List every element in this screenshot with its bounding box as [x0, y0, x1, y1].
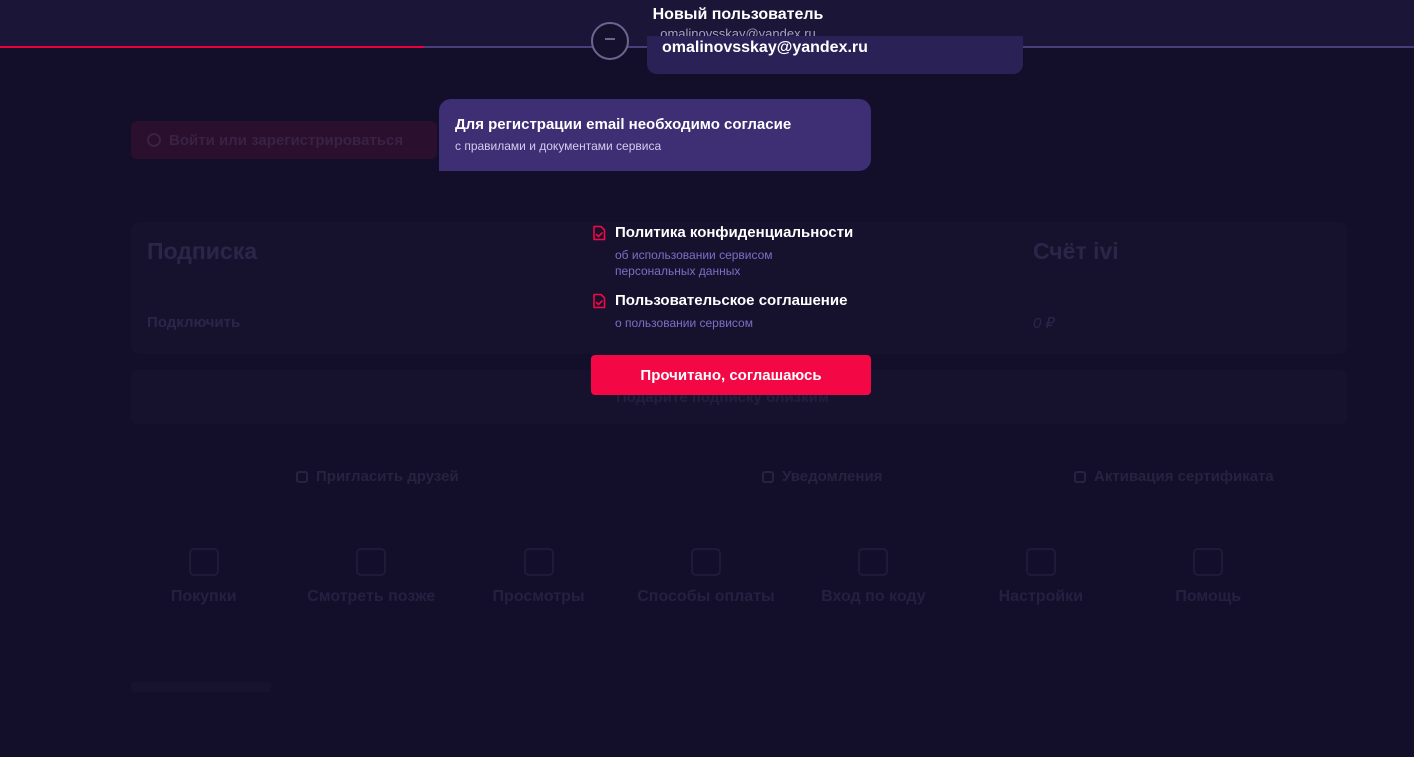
user-agreement-description: о пользовании сервисом — [615, 316, 753, 330]
tile-watch-later: Смотреть позже — [287, 548, 454, 606]
certificate-activation-link: Активация сертификата — [1074, 468, 1274, 485]
header-title: Новый пользователь — [652, 6, 824, 23]
certificate-icon — [1074, 470, 1086, 483]
bot-message-subtitle: с правилами и документами сервиса — [455, 139, 662, 153]
user-icon — [147, 133, 161, 147]
tile-help: Помощь — [1125, 548, 1292, 606]
tile-code-login: Вход по коду — [790, 548, 957, 606]
tile-label: Смотреть позже — [307, 588, 436, 605]
invite-icon — [296, 470, 308, 483]
footer-text — [131, 682, 271, 692]
tile-payment-methods: Способы оплаты — [622, 548, 789, 606]
profile-tiles: Покупки Смотреть позже Просмотры Способы… — [120, 548, 1292, 606]
subscription-title: Подписка — [147, 238, 258, 264]
purchases-icon — [188, 548, 219, 576]
progress-fill — [0, 46, 425, 48]
user-message-text: omalinovsskay@yandex.ru — [662, 39, 868, 56]
edit-avatar-icon[interactable] — [591, 22, 629, 60]
login-register-button: Войти или зарегистрироваться — [131, 121, 437, 159]
user-agreement-link[interactable]: Пользовательское соглашение о пользовани… — [591, 292, 891, 332]
tile-label: Помощь — [1175, 588, 1242, 605]
login-register-label: Войти или зарегистрироваться — [169, 131, 404, 149]
tv-icon — [858, 548, 889, 576]
notifications-link: Уведомления — [762, 468, 882, 485]
history-icon — [523, 548, 554, 576]
privacy-policy-link[interactable]: Политика конфиденциальности об использов… — [591, 224, 891, 280]
account-balance: 0 ₽ — [1033, 315, 1056, 332]
tile-label: Настройки — [998, 588, 1084, 605]
bot-message-bubble: Для регистрации email необходимо согласи… — [439, 99, 871, 171]
account-title: Счёт ivi — [1033, 238, 1119, 264]
privacy-policy-description: об использовании сервисом персональных д… — [615, 248, 773, 278]
bot-message-title: Для регистрации email необходимо согласи… — [455, 116, 792, 133]
notifications-label: Уведомления — [782, 468, 883, 485]
tile-history: Просмотры — [455, 548, 622, 606]
agree-button[interactable]: Прочитано, соглашаюсь — [591, 355, 871, 395]
document-check-icon — [593, 293, 606, 309]
certificate-activation-label: Активация сертификата — [1094, 468, 1274, 485]
tile-label: Вход по коду — [821, 588, 926, 605]
card-icon — [690, 548, 721, 576]
user-agreement-title[interactable]: Пользовательское соглашение — [615, 292, 847, 309]
document-check-icon — [593, 225, 606, 241]
tile-label: Способы оплаты — [637, 588, 775, 605]
invite-friends-label: Пригласить друзей — [316, 468, 459, 485]
tile-purchases: Покупки — [120, 548, 287, 606]
subscription-connect-link: Подключить — [147, 314, 241, 331]
user-message-bubble: omalinovsskay@yandex.ru — [647, 36, 1023, 74]
bell-icon — [762, 470, 774, 483]
invite-friends-link: Пригласить друзей — [296, 468, 459, 485]
tile-settings: Настройки — [957, 548, 1124, 606]
help-icon — [1193, 548, 1224, 576]
tile-label: Просмотры — [492, 588, 585, 605]
tile-label: Покупки — [170, 588, 237, 605]
bookmark-icon — [356, 548, 387, 576]
gear-icon — [1025, 548, 1056, 576]
privacy-policy-title[interactable]: Политика конфиденциальности — [615, 224, 853, 241]
